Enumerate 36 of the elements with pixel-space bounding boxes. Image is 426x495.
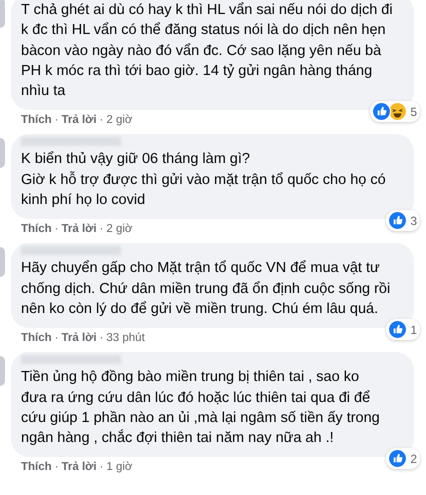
reaction-badge[interactable]: 5 <box>370 101 420 122</box>
comment-text: Tiền ủng hộ đồng bào miền trung bị thiên tai , sao ko đưa ra ứng cứu dân lúc đó hoặc lúc thiên tai qua đi để cứu giúp 1 phần nào an ủi ,mà lại ngâm số tiền ấy trong ngân hàng , chắc đợi thiên tai năm nay nữa ah .! <box>21 368 381 448</box>
separator-dot: · <box>100 331 104 346</box>
comment-time: 2 giờ <box>106 113 132 128</box>
comment-time: 1 giờ <box>106 460 132 474</box>
reaction-badge[interactable]: 3 <box>386 210 420 232</box>
reply-link[interactable]: Trả lời <box>62 222 97 236</box>
separator-dot: · <box>54 222 59 236</box>
comment-text: Hãy chuyển gấp cho Mặt trận tổ quốc VN để mua vật tư chống dịch. Chứ dân miền trung đã ổn định cuộc sống rồi nên ko còn lý do để gửi về miền trung. Chú ém lâu quá. <box>21 259 392 319</box>
like-link[interactable]: Thích <box>21 460 52 474</box>
separator-dot: · <box>100 113 104 128</box>
avatar[interactable] <box>0 138 5 168</box>
separator-dot: · <box>54 460 59 474</box>
like-link[interactable]: Thích <box>21 331 52 346</box>
avatar[interactable] <box>0 356 5 386</box>
reply-link[interactable]: Trả lời <box>62 460 97 474</box>
like-link[interactable]: Thích <box>21 113 52 128</box>
reaction-count: 5 <box>410 104 417 119</box>
reaction-count: 3 <box>410 214 417 228</box>
avatar[interactable] <box>0 0 5 28</box>
reaction-count: 1 <box>410 322 417 337</box>
comment-time: 2 giờ <box>106 222 132 236</box>
reaction-badge[interactable]: 1 <box>386 319 420 340</box>
separator-dot: · <box>54 113 59 128</box>
reply-link[interactable]: Trả lời <box>62 331 97 346</box>
comment-time: 33 phút <box>106 331 145 346</box>
separator-dot: · <box>100 460 104 474</box>
separator-dot: · <box>54 331 59 346</box>
reaction-badge[interactable]: 2 <box>386 448 420 470</box>
separator-dot: · <box>100 222 104 236</box>
comment-text: T chả ghét ai dù có hay k thì HL vẩn sai nếu nói do dịch đi k đc thì HL vẩn có thể đăng status nói là do dịch nên hẹn bàcon vào ngày nào đó vẩn đc. Cớ sao lặng yên nếu bà PH k móc ra thì tới bao giờ. 14 tỷ gửi ngân hàng tháng nhìu ta <box>21 1 394 102</box>
avatar[interactable] <box>0 247 5 278</box>
comment-text: K biển thủ vậy giữ 06 tháng làm gì? Giờ k hỗ trợ được thì gửi vào mặt trận tổ quốc cho họ có kinh phí họ lo covid <box>21 150 387 210</box>
reaction-count: 2 <box>410 452 417 466</box>
reply-link[interactable]: Trả lời <box>62 113 97 128</box>
like-link[interactable]: Thích <box>21 222 52 236</box>
